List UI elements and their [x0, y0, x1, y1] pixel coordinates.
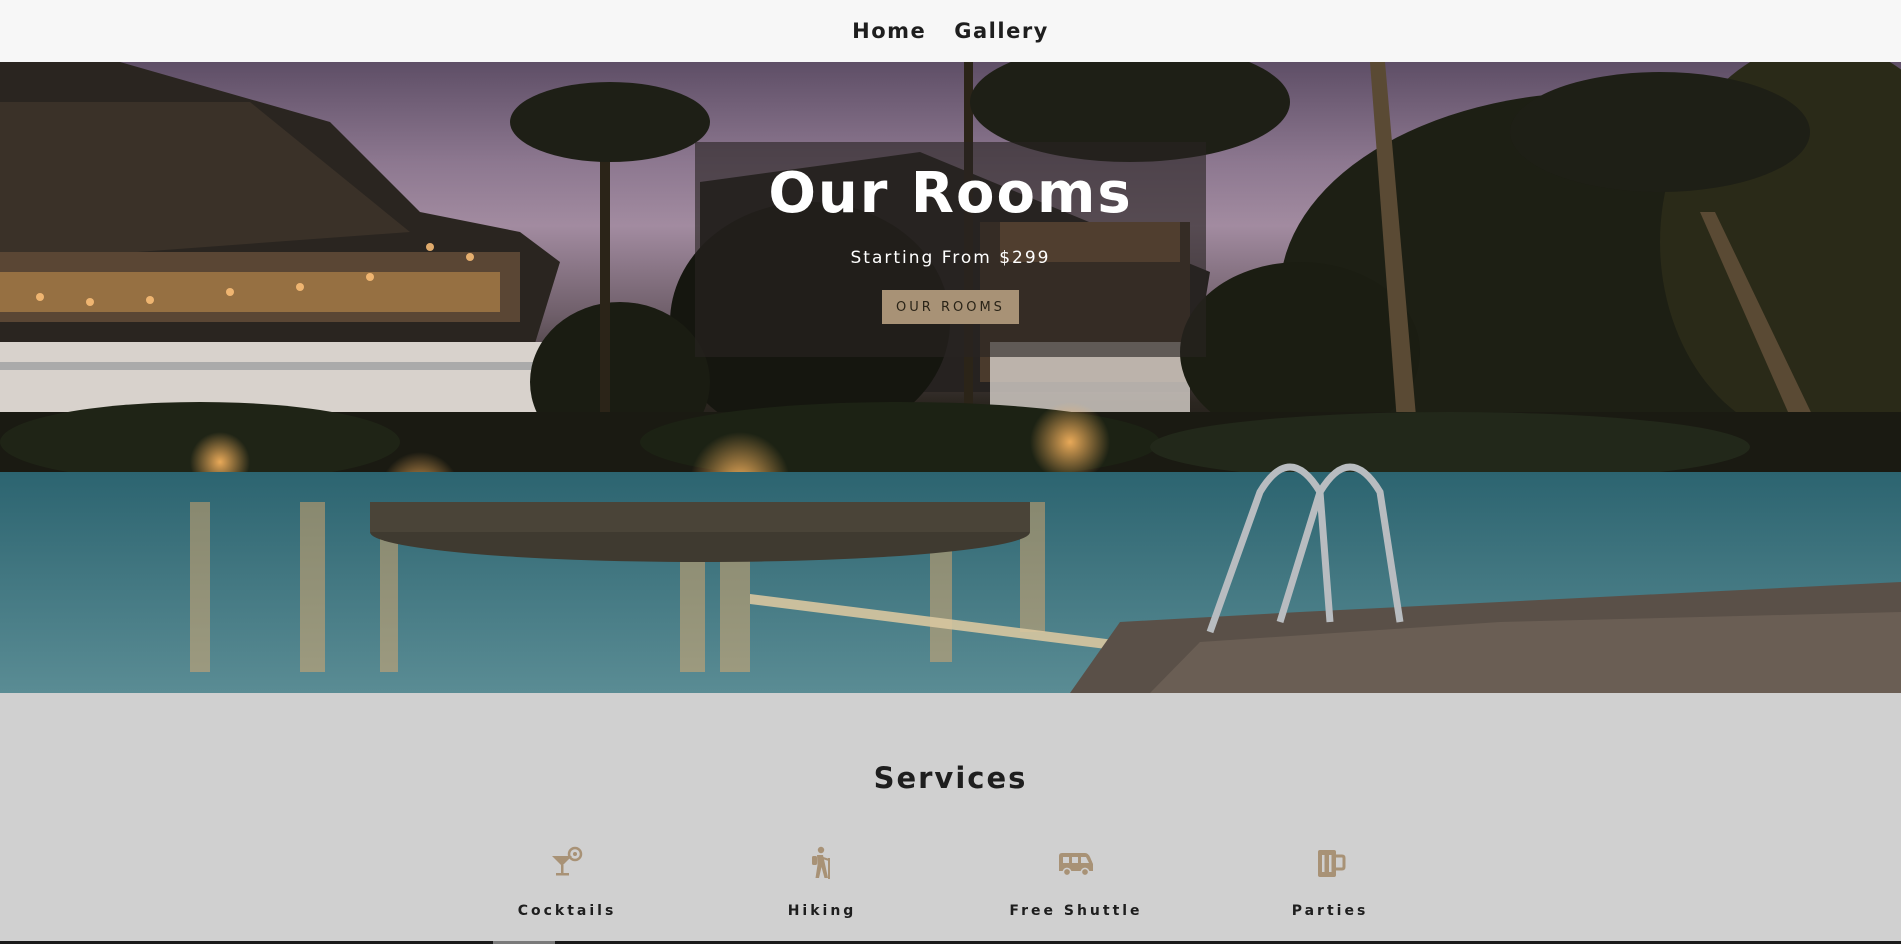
- services-title: Services: [873, 761, 1028, 795]
- service-label: Parties: [1291, 903, 1369, 919]
- our-rooms-button[interactable]: OUR ROOMS: [882, 290, 1019, 324]
- services-section: Services Cocktails Hiking Free Shuttle P…: [0, 693, 1901, 944]
- nav-link-gallery[interactable]: Gallery: [954, 19, 1049, 43]
- service-label: Hiking: [787, 903, 857, 919]
- shuttle-van-icon: [976, 845, 1176, 881]
- service-label: Cocktails: [517, 903, 617, 919]
- cocktail-icon: [467, 845, 667, 881]
- hero-title: Our Rooms: [768, 161, 1133, 226]
- service-cocktails: Cocktails: [467, 845, 667, 919]
- top-nav: Home Gallery: [0, 0, 1901, 62]
- service-hiking: Hiking: [722, 845, 922, 919]
- nav-link-home[interactable]: Home: [852, 19, 926, 43]
- hiking-icon: [722, 845, 922, 881]
- hero-overlay-card: Our Rooms Starting From $299 OUR ROOMS: [695, 142, 1206, 357]
- hero-subtitle: Starting From $299: [850, 248, 1051, 268]
- service-free-shuttle: Free Shuttle: [976, 845, 1176, 919]
- hero-banner: Our Rooms Starting From $299 OUR ROOMS: [0, 62, 1901, 693]
- service-parties: Parties: [1230, 845, 1430, 919]
- beer-mug-icon: [1230, 845, 1430, 881]
- service-label: Free Shuttle: [1009, 903, 1143, 919]
